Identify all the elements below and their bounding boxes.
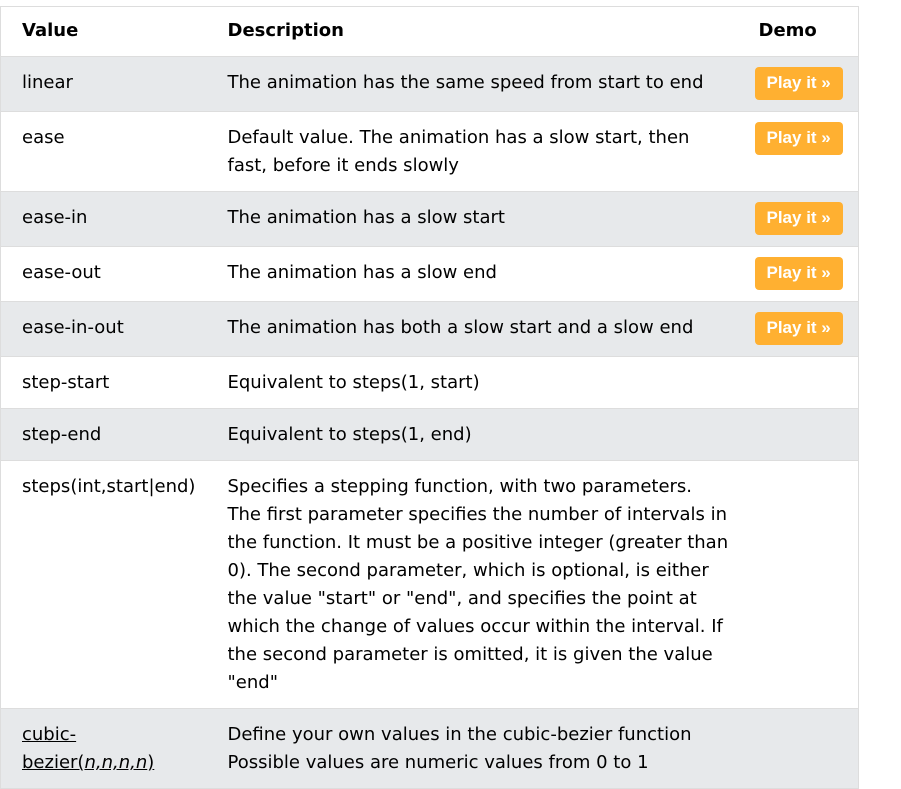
row-description: The animation has a slow end <box>205 246 733 302</box>
row-value: step-start <box>0 356 206 409</box>
table-row: steps(int,start|end) Specifies a steppin… <box>0 460 859 709</box>
play-it-button[interactable]: Play it » <box>754 122 843 155</box>
row-description: Equivalent to steps(1, end) <box>205 408 733 461</box>
row-description: The animation has the same speed from st… <box>205 56 733 112</box>
row-demo: Play it » <box>732 111 859 192</box>
header-value: Value <box>0 6 206 57</box>
row-value: ease <box>0 111 206 192</box>
row-demo <box>732 408 859 461</box>
row-description: The animation has a slow start <box>205 191 733 247</box>
table-row: cubic-bezier(n,n,n,n) Define your own va… <box>0 708 859 789</box>
row-demo: Play it » <box>732 56 859 112</box>
cubic-bezier-link-suffix: ) <box>147 752 155 773</box>
table-row: linear The animation has the same speed … <box>0 56 859 112</box>
header-description: Description <box>205 6 733 57</box>
play-it-button[interactable]: Play it » <box>754 67 843 100</box>
table-row: step-start Equivalent to steps(1, start) <box>0 356 859 409</box>
table-row: ease Default value. The animation has a … <box>0 111 859 192</box>
row-description: Define your own values in the cubic-bezi… <box>205 708 733 789</box>
cubic-bezier-link[interactable]: cubic-bezier(n,n,n,n) <box>22 724 154 773</box>
row-demo: Play it » <box>732 301 859 357</box>
row-demo <box>732 356 859 409</box>
row-value: step-end <box>0 408 206 461</box>
row-description: The animation has both a slow start and … <box>205 301 733 357</box>
play-it-button[interactable]: Play it » <box>754 202 843 235</box>
play-it-button[interactable]: Play it » <box>754 257 843 290</box>
row-value: cubic-bezier(n,n,n,n) <box>0 708 206 789</box>
row-demo: Play it » <box>732 246 859 302</box>
row-description: Default value. The animation has a slow … <box>205 111 733 192</box>
timing-function-table: Value Description Demo linear The animat… <box>0 6 859 789</box>
table-row: ease-in-out The animation has both a slo… <box>0 301 859 357</box>
row-value: ease-in-out <box>0 301 206 357</box>
row-demo <box>732 460 859 709</box>
row-description: Equivalent to steps(1, start) <box>205 356 733 409</box>
row-description: Specifies a stepping function, with two … <box>205 460 733 709</box>
cubic-bezier-link-prefix: cubic-bezier( <box>22 724 85 773</box>
timing-function-table-container: Value Description Demo linear The animat… <box>0 6 859 789</box>
row-value: linear <box>0 56 206 112</box>
cubic-bezier-link-args: n,n,n,n <box>84 752 148 773</box>
table-row: ease-in The animation has a slow start P… <box>0 191 859 247</box>
table-row: ease-out The animation has a slow end Pl… <box>0 246 859 302</box>
table-row: step-end Equivalent to steps(1, end) <box>0 408 859 461</box>
row-value: steps(int,start|end) <box>0 460 206 709</box>
row-demo: Play it » <box>732 191 859 247</box>
row-value: ease-out <box>0 246 206 302</box>
play-it-button[interactable]: Play it » <box>754 312 843 345</box>
header-demo: Demo <box>732 6 859 57</box>
table-header-row: Value Description Demo <box>0 6 859 57</box>
row-value: ease-in <box>0 191 206 247</box>
row-demo <box>732 708 859 789</box>
